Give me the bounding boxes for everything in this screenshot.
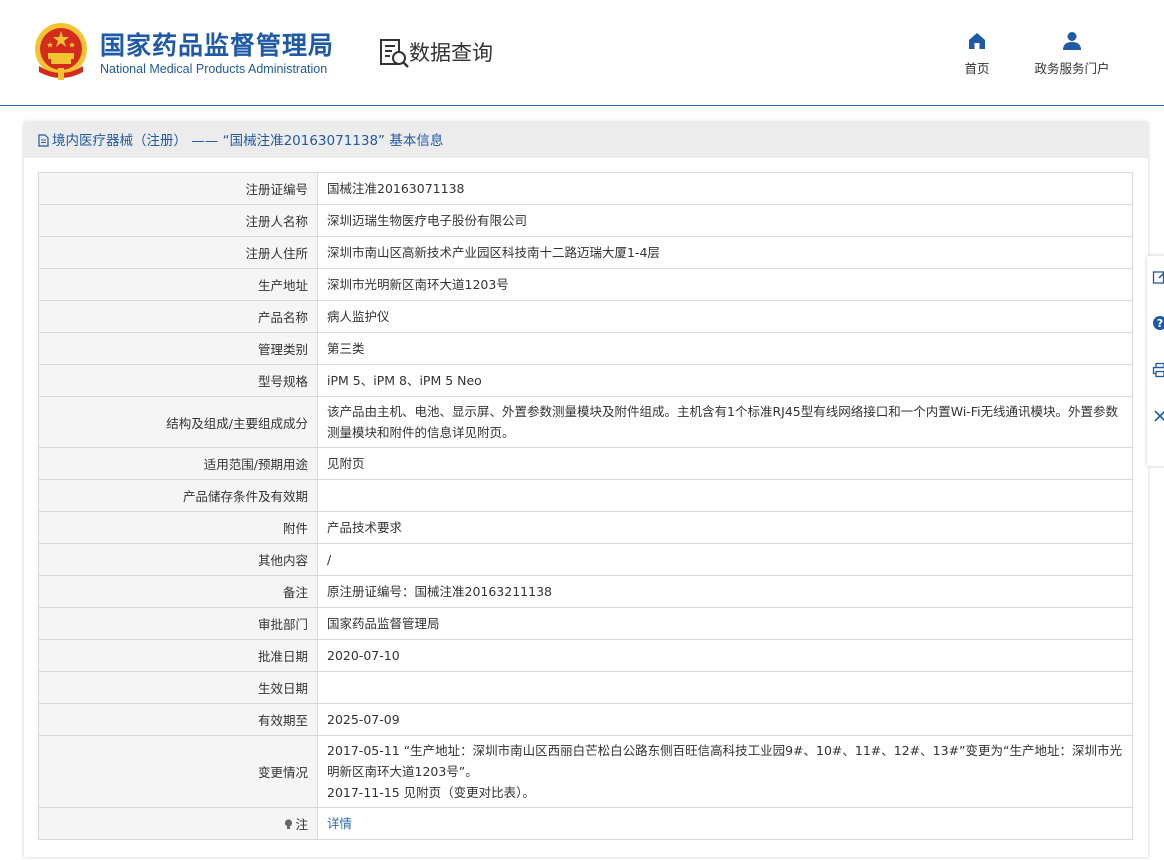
row-value: 2017-05-11 “生产地址：深圳市南山区西丽白芒松白公路东侧百旺信高科技工… bbox=[317, 735, 1133, 808]
row-label: 产品名称 bbox=[38, 300, 318, 333]
site-header: 国家药品监督管理局 National Medical Products Admi… bbox=[0, 0, 1164, 106]
row-value: 深圳市南山区高新技术产业园区科技南十二路迈瑞大厦1-4层 bbox=[317, 236, 1133, 269]
row-label: 生效日期 bbox=[38, 671, 318, 704]
row-value: 该产品由主机、电池、显示屏、外置参数测量模块及附件组成。主机含有1个标准RJ45… bbox=[317, 396, 1133, 448]
row-label: 附件 bbox=[38, 511, 318, 544]
table-row: 注册人住所 深圳市南山区高新技术产业园区科技南十二路迈瑞大厦1-4层 bbox=[38, 236, 1133, 269]
details-link[interactable]: 详情 bbox=[327, 816, 352, 831]
row-label: 注册证编号 bbox=[38, 172, 318, 205]
site-name-cn: 国家药品监督管理局 bbox=[100, 31, 335, 60]
row-value: 详情 bbox=[317, 807, 1133, 840]
row-label: 变更情况 bbox=[38, 735, 318, 808]
row-value: 原注册证编号：国械注准20163211138 bbox=[317, 575, 1133, 608]
nav-service-portal[interactable]: 政务服务门户 bbox=[1025, 30, 1119, 77]
row-value: 2020-07-10 bbox=[317, 639, 1133, 672]
edit-icon[interactable] bbox=[1152, 269, 1164, 285]
table-row: 注册人名称 深圳迈瑞生物医疗电子股份有限公司 bbox=[38, 204, 1133, 237]
row-value: 病人监护仪 bbox=[317, 300, 1133, 333]
floating-toolbar: ? bbox=[1147, 256, 1164, 466]
row-label: 批准日期 bbox=[38, 639, 318, 672]
table-row: 生效日期 bbox=[38, 671, 1133, 704]
row-label: 其他内容 bbox=[38, 543, 318, 576]
print-icon[interactable] bbox=[1152, 362, 1164, 378]
table-row: 审批部门 国家药品监督管理局 bbox=[38, 607, 1133, 640]
row-value: 产品技术要求 bbox=[317, 511, 1133, 544]
row-value: 见附页 bbox=[317, 447, 1133, 480]
table-row: 备注 原注册证编号：国械注准20163211138 bbox=[38, 575, 1133, 608]
row-label: 审批部门 bbox=[38, 607, 318, 640]
row-value: / bbox=[317, 543, 1133, 576]
close-icon[interactable] bbox=[1152, 408, 1164, 424]
row-value: 第三类 bbox=[317, 332, 1133, 365]
row-value: iPM 5、iPM 8、iPM 5 Neo bbox=[317, 364, 1133, 397]
registration-info-table: 注册证编号 国械注准20163071138 注册人名称 深圳迈瑞生物医疗电子股份… bbox=[38, 172, 1133, 840]
table-row: 有效期至 2025-07-09 bbox=[38, 703, 1133, 736]
table-row: 产品名称 病人监护仪 bbox=[38, 300, 1133, 333]
change-record: 2017-05-11 “生产地址：深圳市南山区西丽白芒松白公路东侧百旺信高科技工… bbox=[327, 743, 1122, 779]
page-section-title: 数据查询 bbox=[409, 41, 493, 65]
row-label: 注 bbox=[38, 807, 318, 840]
user-icon bbox=[1063, 32, 1081, 50]
table-row: 产品储存条件及有效期 bbox=[38, 479, 1133, 512]
note-label: 注 bbox=[295, 817, 308, 832]
national-emblem-icon bbox=[35, 23, 87, 80]
row-label: 有效期至 bbox=[38, 703, 318, 736]
document-icon bbox=[38, 134, 49, 147]
table-row: 变更情况 2017-05-11 “生产地址：深圳市南山区西丽白芒松白公路东侧百旺… bbox=[38, 735, 1133, 808]
row-label: 注册人住所 bbox=[38, 236, 318, 269]
table-row: 附件 产品技术要求 bbox=[38, 511, 1133, 544]
home-icon bbox=[969, 33, 985, 49]
site-name-en: National Medical Products Administration bbox=[100, 62, 328, 76]
row-value bbox=[317, 671, 1133, 704]
table-row: 注 详情 bbox=[38, 807, 1133, 840]
row-label: 注册人名称 bbox=[38, 204, 318, 237]
table-row: 管理类别 第三类 bbox=[38, 332, 1133, 365]
table-row: 生产地址 深圳市光明新区南环大道1203号 bbox=[38, 268, 1133, 301]
table-row: 结构及组成/主要组成成分 该产品由主机、电池、显示屏、外置参数测量模块及附件组成… bbox=[38, 396, 1133, 448]
row-label: 型号规格 bbox=[38, 364, 318, 397]
svg-text:?: ? bbox=[1157, 317, 1163, 330]
table-row: 适用范围/预期用途 见附页 bbox=[38, 447, 1133, 480]
table-row: 其他内容 / bbox=[38, 543, 1133, 576]
nav-service-portal-label: 政务服务门户 bbox=[1034, 61, 1110, 76]
panel-title: 境内医疗器械（注册） —— “国械注准20163071138” 基本信息 bbox=[52, 133, 444, 149]
row-label: 适用范围/预期用途 bbox=[38, 447, 318, 480]
nav-home-label: 首页 bbox=[964, 61, 990, 76]
panel-header: 境内医疗器械（注册） —— “国械注准20163071138” 基本信息 bbox=[24, 122, 1148, 158]
change-record: 2017-11-15 见附页（变更对比表）。 bbox=[327, 785, 535, 800]
row-value: 国家药品监督管理局 bbox=[317, 607, 1133, 640]
row-label: 备注 bbox=[38, 575, 318, 608]
table-row: 批准日期 2020-07-10 bbox=[38, 639, 1133, 672]
row-value: 2025-07-09 bbox=[317, 703, 1133, 736]
detail-panel: 境内医疗器械（注册） —— “国械注准20163071138” 基本信息 注册证… bbox=[24, 122, 1148, 857]
row-label: 生产地址 bbox=[38, 268, 318, 301]
help-icon[interactable]: ? bbox=[1152, 315, 1164, 331]
row-label: 结构及组成/主要组成成分 bbox=[38, 396, 318, 448]
row-value: 深圳市光明新区南环大道1203号 bbox=[317, 268, 1133, 301]
row-label: 管理类别 bbox=[38, 332, 318, 365]
row-value bbox=[317, 479, 1133, 512]
lightbulb-icon bbox=[285, 819, 293, 829]
row-value: 深圳迈瑞生物医疗电子股份有限公司 bbox=[317, 204, 1133, 237]
row-label: 产品储存条件及有效期 bbox=[38, 479, 318, 512]
row-value: 国械注准20163071138 bbox=[317, 172, 1133, 205]
data-query-icon bbox=[380, 39, 409, 68]
table-row: 型号规格 iPM 5、iPM 8、iPM 5 Neo bbox=[38, 364, 1133, 397]
nav-home[interactable]: 首页 bbox=[952, 30, 1002, 77]
table-row: 注册证编号 国械注准20163071138 bbox=[38, 172, 1133, 205]
